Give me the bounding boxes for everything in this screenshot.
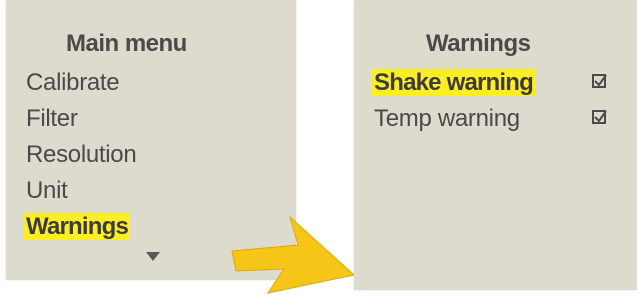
main-menu-list: Calibrate Filter Resolution Unit Warning…: [24, 65, 138, 245]
checkbox-checked-icon[interactable]: [592, 110, 607, 124]
warning-item-label: Shake warning: [372, 69, 535, 96]
warnings-list: Shake warning Temp warning: [372, 65, 607, 137]
warning-item-shake[interactable]: Shake warning: [372, 65, 607, 101]
menu-item-label: Warnings: [24, 213, 131, 240]
menu-item-warnings[interactable]: Warnings: [24, 209, 138, 245]
arrow-right-icon: [231, 215, 356, 294]
menu-item-resolution[interactable]: Resolution: [24, 137, 138, 173]
menu-item-label: Calibrate: [26, 69, 120, 96]
warnings-title: Warnings: [426, 30, 531, 57]
menu-item-calibrate[interactable]: Calibrate: [24, 65, 138, 101]
menu-item-label: Filter: [26, 105, 78, 132]
warnings-screen: Warnings Shake warning Temp warning: [354, 0, 637, 290]
warning-item-temp[interactable]: Temp warning: [372, 101, 607, 137]
menu-item-filter[interactable]: Filter: [24, 101, 138, 137]
main-menu-title: Main menu: [66, 30, 187, 57]
warning-item-label: Temp warning: [374, 105, 520, 132]
menu-item-label: Unit: [26, 177, 68, 204]
checkbox-checked-icon[interactable]: [592, 74, 607, 88]
triangle-down-icon: [146, 252, 160, 261]
menu-item-unit[interactable]: Unit: [24, 173, 138, 209]
menu-item-label: Resolution: [26, 141, 137, 168]
